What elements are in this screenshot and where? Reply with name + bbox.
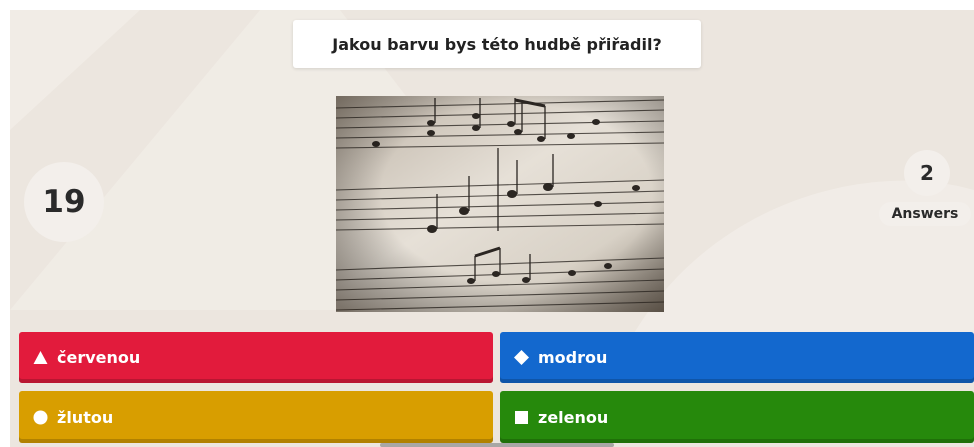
answer-option-green[interactable]: zelenou [500, 391, 974, 443]
answer-option-label: červenou [57, 348, 141, 367]
diamond-icon [514, 350, 529, 365]
answers-label-text: Answers [891, 206, 959, 222]
answer-option-label: žlutou [57, 407, 114, 427]
sheet-music-image [336, 96, 664, 312]
countdown-timer: 19 [24, 162, 104, 242]
answers-count-badge: 2 [904, 150, 950, 196]
answer-option-red[interactable]: červenou [19, 332, 493, 383]
question-title: Jakou barvu bys této hudbě přiřadil? [293, 20, 701, 68]
answer-option-label: zelenou [538, 407, 609, 427]
circle-icon [33, 410, 48, 425]
answer-option-label: modrou [538, 348, 608, 367]
square-icon [514, 410, 529, 425]
answer-option-yellow[interactable]: žlutou [19, 391, 493, 443]
quiz-stage: Jakou barvu bys této hudbě přiřadil? 19 … [10, 10, 974, 447]
scroll-indicator[interactable] [380, 443, 614, 447]
timer-value: 19 [42, 184, 86, 220]
answers-label-pill: Answers [879, 202, 971, 226]
triangle-icon [33, 350, 48, 365]
answer-option-blue[interactable]: modrou [500, 332, 974, 383]
answers-count-value: 2 [920, 161, 934, 185]
